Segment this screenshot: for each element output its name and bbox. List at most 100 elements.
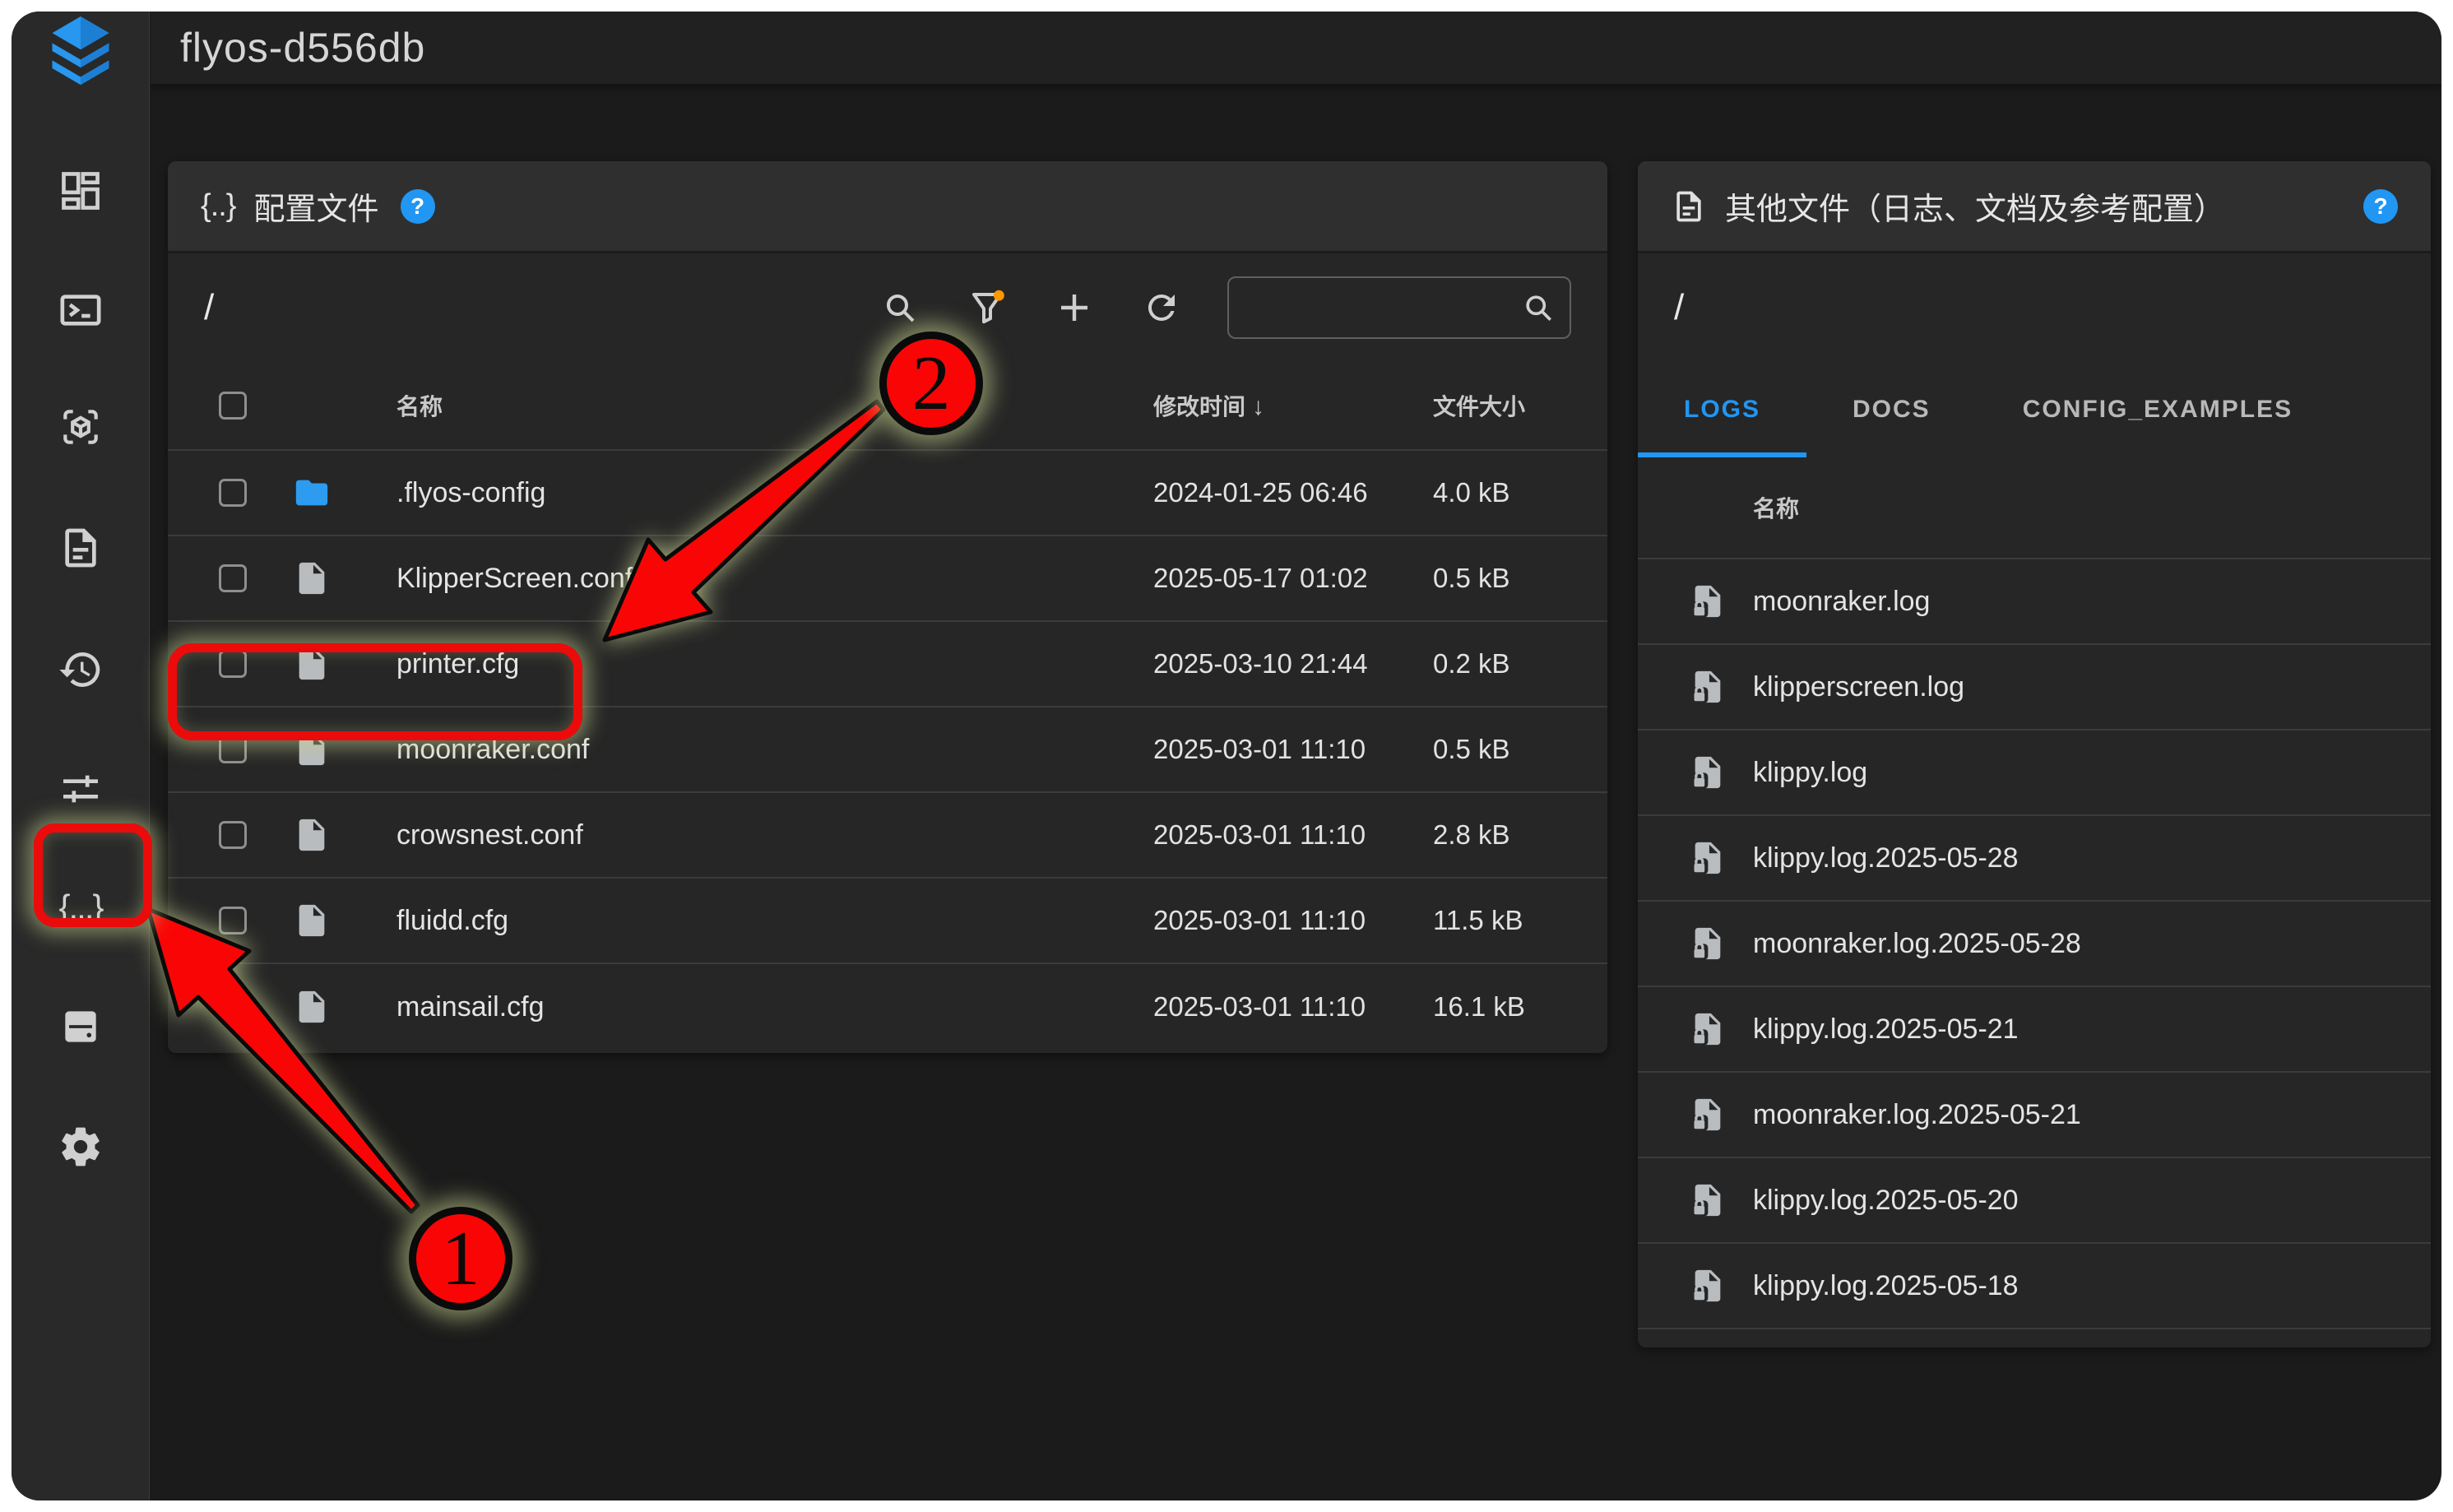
row-checkbox[interactable] bbox=[219, 479, 247, 507]
file-modified: 2025-03-01 11:10 bbox=[1153, 819, 1433, 851]
file-name: mainsail.cfg bbox=[396, 991, 1153, 1023]
file-lock-icon bbox=[1689, 668, 1727, 706]
help-icon[interactable]: ? bbox=[2363, 189, 2398, 224]
file-name: moonraker.log.2025-05-28 bbox=[1753, 928, 2431, 960]
history-icon bbox=[58, 647, 104, 693]
braces-icon: {...} bbox=[58, 888, 102, 927]
fluidd-logo-icon[interactable] bbox=[12, 12, 150, 90]
log-file-row[interactable]: moonraker.log.2025-05-28 bbox=[1638, 902, 2431, 987]
config-file-row[interactable]: crowsnest.conf 2025-03-01 11:10 2.8 kB bbox=[168, 793, 1607, 879]
sort-descending-icon: ↓ bbox=[1252, 393, 1264, 420]
sidebar-item-jobs[interactable] bbox=[44, 511, 118, 585]
sidebar-item-console[interactable] bbox=[44, 273, 118, 347]
row-checkbox[interactable] bbox=[219, 564, 247, 592]
file-size: 16.1 kB bbox=[1433, 991, 1607, 1023]
file-name: .flyos-config bbox=[396, 477, 1153, 509]
search-icon[interactable] bbox=[880, 288, 920, 327]
file-lock-icon bbox=[1689, 839, 1727, 877]
app-window: flyos-d556db {...} {..} 配置文件 ? / bbox=[12, 12, 2441, 1500]
harddisk-icon bbox=[58, 1004, 104, 1050]
file-lock-icon bbox=[1689, 925, 1727, 962]
sidebar-item-dashboard[interactable] bbox=[44, 154, 118, 228]
file-name: moonraker.log.2025-05-21 bbox=[1753, 1099, 2431, 1131]
other-panel-header: 其他文件（日志、文档及参考配置） ? bbox=[1638, 161, 2431, 253]
refresh-icon[interactable] bbox=[1142, 288, 1181, 327]
config-file-row[interactable]: mainsail.cfg 2025-03-01 11:10 16.1 kB bbox=[168, 964, 1607, 1050]
sidebar: {...} bbox=[12, 12, 150, 1500]
config-panel-header: {..} 配置文件 ? bbox=[168, 161, 1607, 253]
file-document-icon bbox=[1671, 188, 1707, 225]
tab-logs[interactable]: LOGS bbox=[1638, 362, 1806, 457]
file-name: fluidd.cfg bbox=[396, 905, 1153, 937]
file-name: klippy.log.2025-05-21 bbox=[1753, 1013, 2431, 1046]
other-panel-title: 其他文件（日志、文档及参考配置） bbox=[1725, 183, 2225, 229]
file-name: klippy.log.2025-05-20 bbox=[1753, 1185, 2431, 1217]
config-file-row[interactable]: fluidd.cfg 2025-03-01 11:10 11.5 kB bbox=[168, 879, 1607, 964]
log-file-row[interactable]: moonraker.log.2025-05-21 bbox=[1638, 1073, 2431, 1158]
file-size: 11.5 kB bbox=[1433, 905, 1607, 936]
log-file-row[interactable]: moonraker.log bbox=[1638, 559, 2431, 645]
file-modified: 2025-03-01 11:10 bbox=[1153, 991, 1433, 1023]
sidebar-item-tune[interactable] bbox=[44, 752, 118, 826]
file-name: klippy.log bbox=[1753, 757, 2431, 789]
file-lock-icon bbox=[1689, 1010, 1727, 1048]
file-size: 4.0 kB bbox=[1433, 477, 1607, 508]
sidebar-item-configuration[interactable]: {...} bbox=[44, 870, 118, 944]
dashboard-icon bbox=[58, 168, 104, 214]
row-checkbox[interactable] bbox=[219, 650, 247, 678]
file-lock-icon bbox=[1689, 582, 1727, 620]
column-header-name[interactable]: 名称 bbox=[396, 389, 1153, 422]
row-checkbox[interactable] bbox=[219, 993, 247, 1021]
file-icon bbox=[293, 902, 331, 939]
file-name: moonraker.log bbox=[1753, 586, 2431, 618]
file-icon bbox=[293, 730, 331, 768]
file-lock-icon bbox=[1689, 754, 1727, 791]
file-icon bbox=[293, 559, 331, 597]
config-file-row[interactable]: KlipperScreen.conf 2025-05-17 01:02 0.5 … bbox=[168, 536, 1607, 622]
filter-icon[interactable] bbox=[967, 288, 1007, 327]
config-file-row[interactable]: printer.cfg 2025-03-10 21:44 0.2 kB bbox=[168, 622, 1607, 707]
log-file-row[interactable]: klippy.log.2025-05-18 bbox=[1638, 1244, 2431, 1329]
config-files-panel: {..} 配置文件 ? / 名称 修改时间↓ 文件大小 bbox=[168, 161, 1607, 1053]
log-file-row[interactable]: klipperscreen.log bbox=[1638, 645, 2431, 730]
console-icon bbox=[58, 287, 104, 333]
braces-icon: {..} bbox=[201, 188, 236, 224]
tab-config_examples[interactable]: CONFIG_EXAMPLES bbox=[1977, 362, 2339, 457]
file-document-icon bbox=[58, 525, 104, 571]
sidebar-item-system[interactable] bbox=[44, 990, 118, 1064]
file-name: KlipperScreen.conf bbox=[396, 563, 1153, 595]
breadcrumb-path: / bbox=[1638, 253, 2431, 362]
log-file-row[interactable]: klippy.log.2025-05-20 bbox=[1638, 1158, 2431, 1244]
file-name: printer.cfg bbox=[396, 648, 1153, 680]
add-icon[interactable] bbox=[1055, 288, 1094, 327]
column-header-size[interactable]: 文件大小 bbox=[1433, 389, 1607, 422]
sidebar-item-gcode-preview[interactable] bbox=[44, 390, 118, 464]
annotation-badge-1: 1 bbox=[409, 1207, 512, 1310]
config-file-row[interactable]: moonraker.conf 2025-03-01 11:10 0.5 kB bbox=[168, 707, 1607, 793]
log-file-row[interactable]: klippy.log.2025-05-21 bbox=[1638, 987, 2431, 1073]
row-checkbox[interactable] bbox=[219, 821, 247, 849]
tab-docs[interactable]: DOCS bbox=[1806, 362, 1977, 457]
file-icon bbox=[293, 816, 331, 854]
config-toolbar: / bbox=[168, 253, 1607, 362]
file-size: 0.2 kB bbox=[1433, 648, 1607, 679]
row-checkbox[interactable] bbox=[219, 735, 247, 763]
file-icon bbox=[293, 988, 331, 1026]
file-lock-icon bbox=[1689, 1096, 1727, 1134]
help-icon[interactable]: ? bbox=[401, 189, 435, 224]
breadcrumb-path: / bbox=[204, 287, 214, 328]
search-icon bbox=[1520, 290, 1556, 326]
file-name: moonraker.conf bbox=[396, 734, 1153, 766]
sidebar-item-history[interactable] bbox=[44, 633, 118, 707]
column-header-modified[interactable]: 修改时间↓ bbox=[1153, 389, 1433, 422]
other-files-tabs: LOGSDOCSCONFIG_EXAMPLES bbox=[1638, 362, 2431, 457]
config-panel-title: 配置文件 bbox=[254, 183, 379, 229]
row-checkbox[interactable] bbox=[219, 907, 247, 935]
sidebar-item-settings[interactable] bbox=[44, 1110, 118, 1184]
cube-scan-icon bbox=[58, 404, 104, 450]
page-title: flyos-d556db bbox=[151, 24, 425, 72]
select-all-checkbox[interactable] bbox=[219, 392, 247, 420]
log-file-row[interactable]: klippy.log.2025-05-28 bbox=[1638, 816, 2431, 902]
log-file-row[interactable]: klippy.log bbox=[1638, 730, 2431, 816]
config-file-row[interactable]: .flyos-config 2024-01-25 06:46 4.0 kB bbox=[168, 451, 1607, 536]
